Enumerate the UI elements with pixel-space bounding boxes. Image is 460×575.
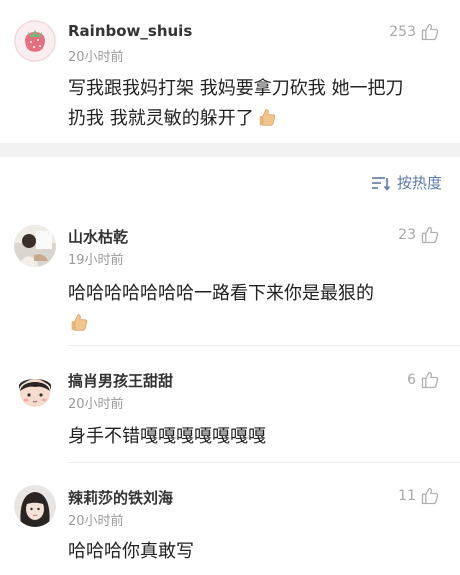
avatar[interactable] (14, 485, 56, 527)
like-count: 11 (398, 488, 416, 504)
like-button[interactable]: 23 (398, 225, 440, 245)
like-button[interactable]: 6 (407, 370, 440, 390)
comment-text: 哈哈哈你真敢写 (68, 541, 194, 562)
username[interactable]: 搞肖男孩王甜甜 (68, 370, 173, 391)
comment-line: 写我跟我妈打架 我妈要拿刀砍我 她一把刀 (68, 78, 404, 99)
thumbs-up-emoji-icon (68, 311, 90, 333)
like-count: 253 (389, 24, 416, 40)
comment-text: 身手不错嘎嘎嘎嘎嘎嘎嘎 (68, 426, 266, 447)
strawberry-avatar-icon (14, 20, 56, 62)
comment-item: 搞肖男孩王甜甜 20小时前 6 身手不错嘎嘎嘎嘎嘎嘎嘎 (0, 350, 460, 463)
cartoon-boy-avatar-icon (14, 369, 56, 411)
avatar[interactable] (14, 369, 56, 411)
like-count: 23 (398, 227, 416, 243)
avatar[interactable] (14, 225, 56, 267)
username[interactable]: 山水枯乾 (68, 226, 128, 247)
comment-line: 扔我 我就灵敏的躲开了 (68, 108, 254, 129)
comment-time: 20小时前 (68, 50, 124, 65)
sort-icon (371, 176, 391, 191)
comment-item: 辣莉莎的铁刘海 20小时前 11 哈哈哈你真敢写 (0, 466, 460, 575)
comment-item: 山水枯乾 19小时前 23 哈哈哈哈哈哈哈一路看下来你是最狠的 (0, 205, 460, 346)
username[interactable]: 辣莉莎的铁刘海 (68, 487, 173, 508)
comment-line: 哈哈哈哈哈哈哈一路看下来你是最狠的 (68, 283, 374, 304)
comment-text: 哈哈哈哈哈哈哈一路看下来你是最狠的 (68, 279, 448, 339)
thumbs-up-emoji-icon (256, 106, 278, 128)
divider (68, 462, 460, 463)
like-button[interactable]: 11 (398, 486, 440, 506)
sort-by-hot-button[interactable]: 按热度 (371, 172, 442, 193)
girl-photo-avatar-icon (14, 485, 56, 527)
sort-label: 按热度 (396, 174, 442, 192)
thumbs-up-icon (421, 23, 439, 41)
comment-time: 20小时前 (68, 514, 124, 529)
username[interactable]: Rainbow_shuis (68, 22, 192, 40)
comment-time: 19小时前 (68, 253, 124, 268)
comment-item: Rainbow_shuis 20小时前 253 写我跟我妈打架 我妈要拿刀砍我 … (0, 0, 460, 143)
person-photo-avatar-icon (14, 225, 56, 267)
avatar[interactable] (14, 20, 56, 62)
comment-line-wrap: 扔我 我就灵敏的躲开了 (68, 104, 448, 134)
thumbs-up-icon (421, 487, 439, 505)
divider (68, 345, 460, 346)
like-count: 6 (407, 372, 416, 388)
comment-line-wrap (68, 309, 448, 339)
comment-time: 20小时前 (68, 397, 124, 412)
comment-text: 写我跟我妈打架 我妈要拿刀砍我 她一把刀 扔我 我就灵敏的躲开了 (68, 74, 448, 134)
like-button[interactable]: 253 (389, 22, 440, 42)
thumbs-up-icon (421, 371, 439, 389)
thumbs-up-icon (421, 226, 439, 244)
section-separator (0, 143, 460, 157)
